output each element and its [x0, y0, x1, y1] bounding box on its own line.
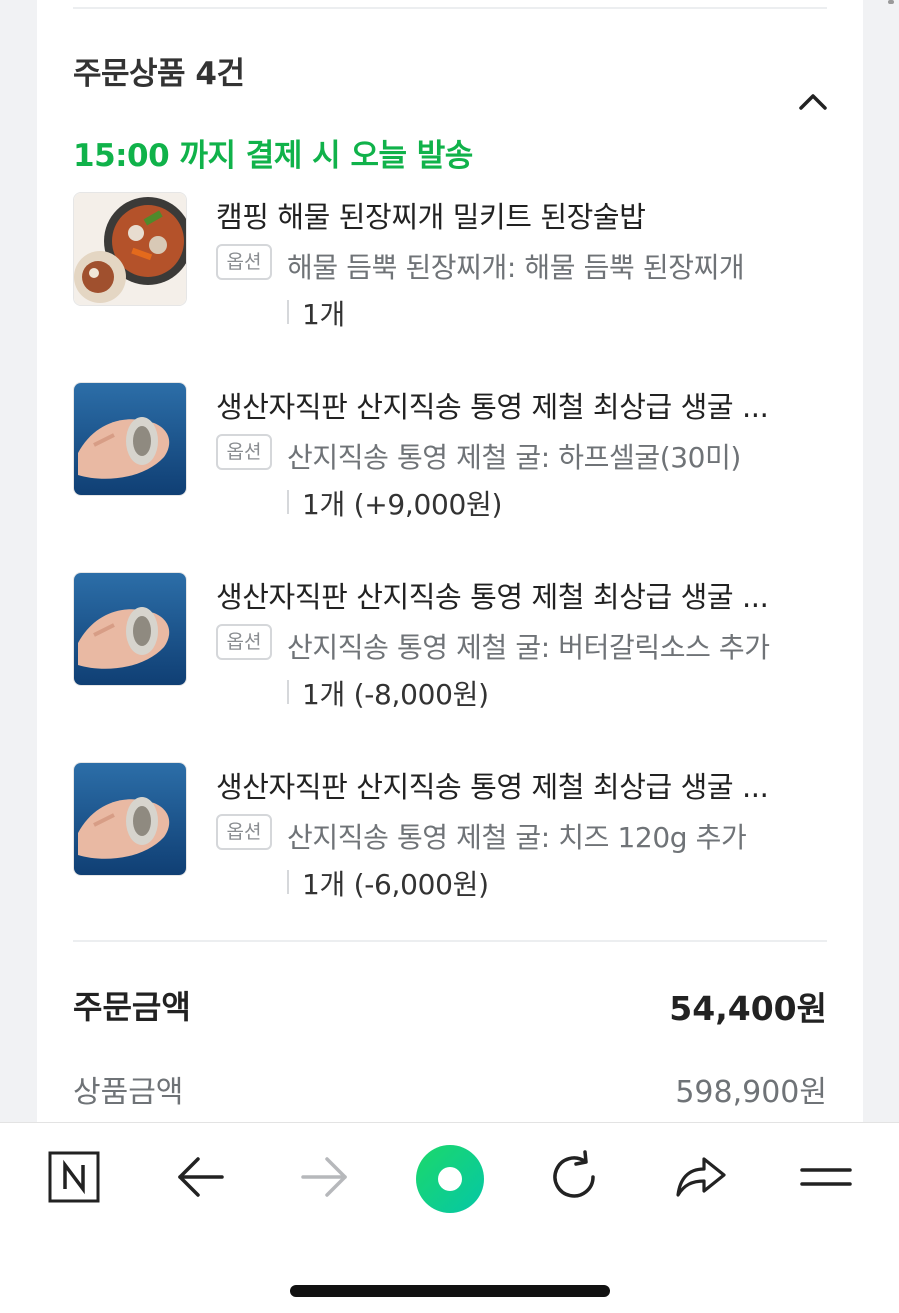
share-icon: [676, 1157, 726, 1197]
product-amount-label: 상품금액: [73, 1075, 184, 1110]
order-products-card: 주문상품 4건 15:00 까지 결제 시 오늘 발송 캠핑 해물 된장찌개 밀…: [37, 0, 863, 1122]
divider: [287, 680, 289, 704]
product-amount-value: 598,900원: [675, 1075, 827, 1110]
quantity-text: 1개 (-8,000원): [302, 678, 489, 711]
option-badge: 옵션: [216, 624, 272, 660]
quantity-text: 1개: [302, 298, 345, 331]
option-text: 해물 듬뿍 된장찌개: 해물 듬뿍 된장찌개: [287, 251, 745, 284]
share-button[interactable]: [670, 1147, 730, 1207]
divider: [73, 940, 827, 942]
product-name: 생산자직판 산지직송 통영 제철 최상급 생굴 ...: [216, 770, 769, 804]
divider: [287, 870, 289, 894]
section-title: 주문상품 4건: [73, 56, 245, 92]
green-dot-button[interactable]: [412, 1141, 488, 1217]
quantity-text: 1개 (+9,000원): [302, 488, 503, 521]
menu-button[interactable]: [796, 1147, 856, 1207]
product-name: 생산자직판 산지직송 통영 제철 최상급 생굴 ...: [216, 580, 769, 614]
product-thumbnail: [73, 572, 187, 686]
arrow-left-icon: [178, 1157, 224, 1197]
forward-button[interactable]: [295, 1147, 355, 1207]
menu-icon: [800, 1168, 852, 1186]
divider: [73, 7, 827, 9]
quantity-text: 1개 (-6,000원): [302, 868, 489, 901]
back-button[interactable]: [170, 1147, 230, 1207]
chevron-up-icon: [799, 94, 827, 110]
home-button[interactable]: [44, 1147, 104, 1207]
naver-n-icon: [48, 1151, 100, 1203]
order-item[interactable]: 생산자직판 산지직송 통영 제철 최상급 생굴 ... 옵션 산지직송 통영 제…: [73, 382, 833, 521]
option-badge: 옵션: [216, 814, 272, 850]
option-text: 산지직송 통영 제철 굴: 하프셀굴(30미): [287, 441, 741, 474]
product-thumbnail: [73, 762, 187, 876]
status-indicator: [888, 0, 894, 4]
divider: [287, 490, 289, 514]
divider: [287, 300, 289, 324]
reload-button[interactable]: [545, 1147, 605, 1207]
order-item[interactable]: 생산자직판 산지직송 통영 제철 최상급 생굴 ... 옵션 산지직송 통영 제…: [73, 762, 833, 901]
order-amount-label: 주문금액: [73, 988, 191, 1026]
product-name: 캠핑 해물 된장찌개 밀키트 된장술밥: [216, 200, 646, 234]
option-text: 산지직송 통영 제철 굴: 버터갈릭소스 추가: [287, 631, 770, 664]
order-item[interactable]: 생산자직판 산지직송 통영 제철 최상급 생굴 ... 옵션 산지직송 통영 제…: [73, 572, 833, 711]
home-indicator[interactable]: [290, 1285, 610, 1297]
collapse-button[interactable]: [793, 84, 833, 120]
option-badge: 옵션: [216, 244, 272, 280]
product-thumbnail: [73, 192, 187, 306]
order-item[interactable]: 캠핑 해물 된장찌개 밀키트 된장술밥 옵션 해물 듬뿍 된장찌개: 해물 듬뿍…: [73, 192, 833, 331]
order-amount-value: 54,400원: [669, 989, 827, 1028]
arrow-right-icon: [301, 1157, 347, 1197]
product-thumbnail: [73, 382, 187, 496]
option-badge: 옵션: [216, 434, 272, 470]
browser-toolbar: [0, 1122, 899, 1313]
shipping-notice: 15:00 까지 결제 시 오늘 발송: [73, 138, 473, 174]
reload-icon: [553, 1150, 595, 1198]
product-name: 생산자직판 산지직송 통영 제철 최상급 생굴 ...: [216, 390, 769, 424]
option-text: 산지직송 통영 제철 굴: 치즈 120g 추가: [287, 821, 747, 854]
green-circle-icon: [416, 1145, 484, 1213]
